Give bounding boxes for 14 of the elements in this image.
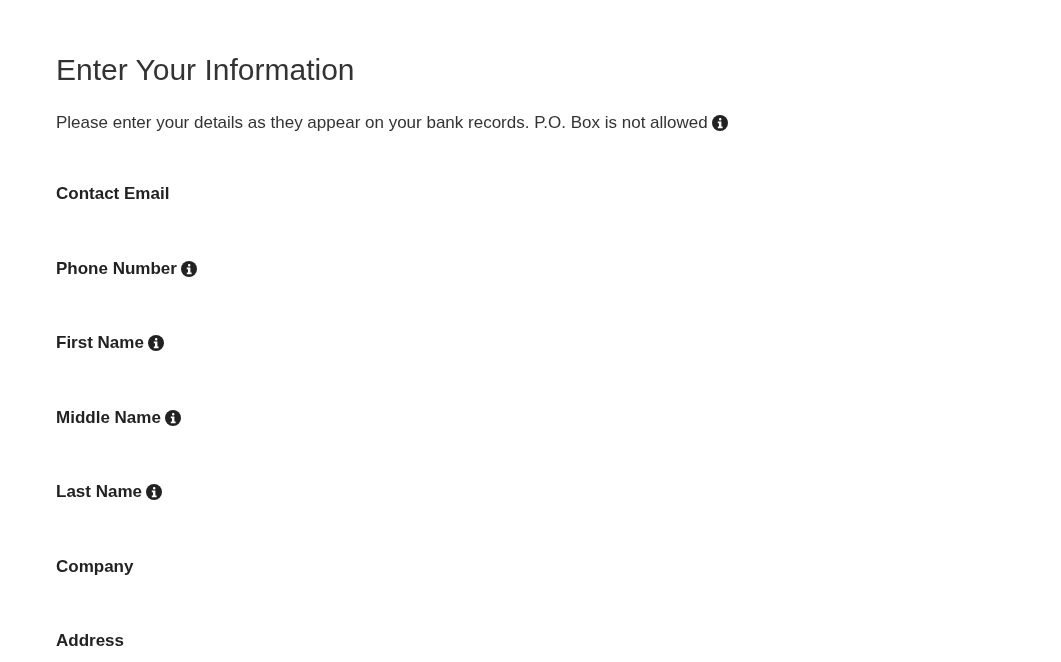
info-icon[interactable] <box>711 115 728 131</box>
field-label: Phone Number <box>56 258 177 279</box>
field-label: Address <box>56 631 125 651</box>
field-label: Middle Name <box>56 407 161 428</box>
field-label: Last Name <box>56 482 142 502</box>
field-label: Company <box>56 556 134 577</box>
info-icon[interactable] <box>147 335 164 351</box>
info-icon[interactable] <box>164 409 181 426</box>
instructions-text: Please enter your details as they appear on your bank records. P.O. Box is not allowed <box>56 112 708 134</box>
page-heading: Enter Your Information <box>56 52 355 88</box>
field-label: Contact Email <box>56 184 170 204</box>
info-icon[interactable] <box>146 484 162 500</box>
info-icon[interactable] <box>180 260 197 277</box>
field-label: First Name <box>56 333 144 353</box>
